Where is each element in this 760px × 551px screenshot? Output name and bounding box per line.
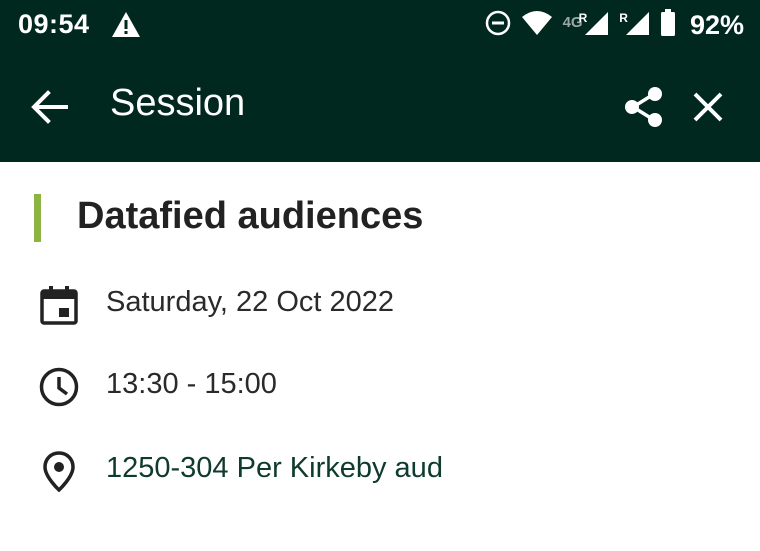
session-location[interactable]: 1250-304 Per Kirkeby aud bbox=[106, 452, 443, 485]
calendar-icon bbox=[38, 284, 80, 326]
signal-icon bbox=[624, 10, 650, 41]
session-date-row: Saturday, 22 Oct 2022 bbox=[0, 278, 760, 328]
back-button[interactable] bbox=[28, 85, 72, 129]
close-button[interactable] bbox=[686, 85, 730, 129]
top-bar: 09:54 4G R R 92% Session bbox=[0, 0, 760, 162]
share-icon bbox=[625, 87, 662, 127]
wifi-icon bbox=[521, 10, 553, 41]
session-time-row: 13:30 - 15:00 bbox=[0, 360, 760, 410]
app-bar: Session bbox=[0, 52, 760, 162]
session-date: Saturday, 22 Oct 2022 bbox=[106, 286, 395, 318]
do-not-disturb-icon bbox=[485, 10, 511, 41]
clock-icon bbox=[38, 366, 80, 408]
close-icon bbox=[693, 92, 723, 122]
status-bar: 09:54 4G R R 92% bbox=[0, 0, 760, 52]
back-arrow-icon bbox=[31, 90, 68, 124]
status-icons: 4G R R 92% bbox=[485, 8, 744, 42]
battery-percentage: 92% bbox=[689, 9, 744, 40]
session-time: 13:30 - 15:00 bbox=[106, 368, 277, 400]
session-title: Datafied audiences bbox=[77, 195, 424, 237]
battery-icon bbox=[660, 8, 676, 42]
share-button[interactable] bbox=[622, 85, 666, 129]
signal-icon bbox=[583, 10, 609, 41]
session-details: Datafied audiences Saturday, 22 Oct 2022… bbox=[0, 162, 760, 551]
app-title: Session bbox=[110, 82, 246, 124]
title-accent-bar bbox=[34, 194, 41, 242]
alert-triangle-icon bbox=[111, 11, 141, 44]
session-location-row[interactable]: 1250-304 Per Kirkeby aud bbox=[0, 444, 760, 494]
location-pin-icon bbox=[38, 450, 80, 493]
status-time: 09:54 bbox=[18, 9, 90, 39]
